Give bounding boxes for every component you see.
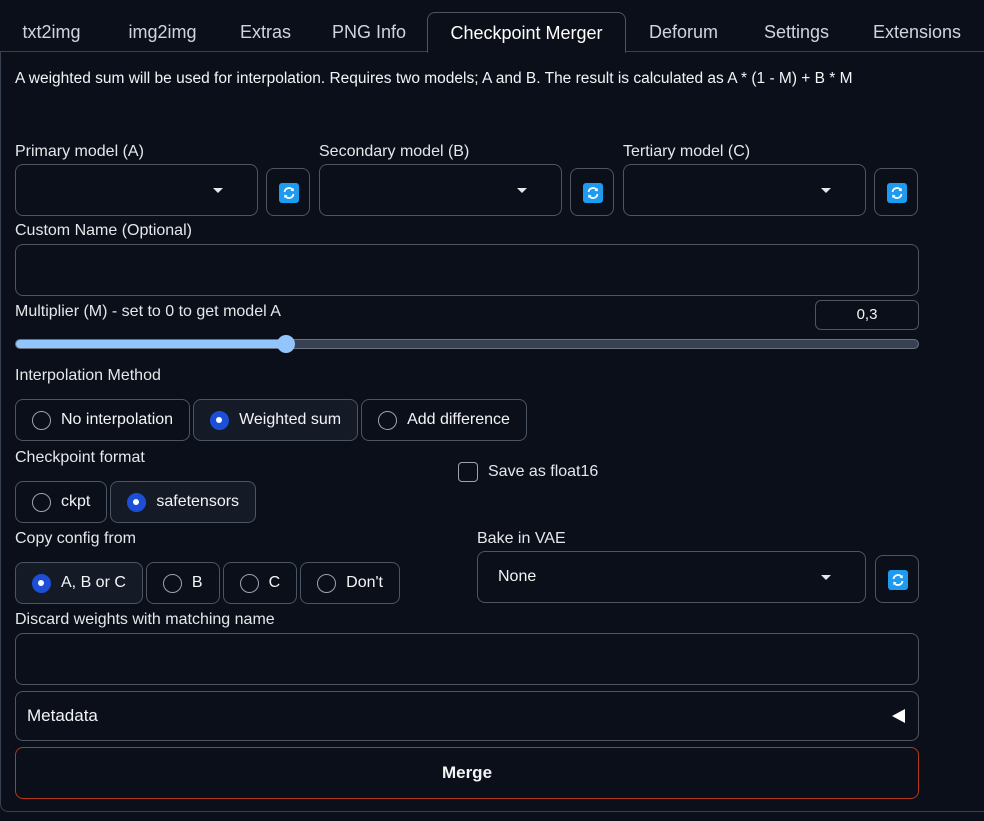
chevron-down-icon: [821, 575, 831, 580]
tertiary-model-refresh-button[interactable]: [874, 168, 918, 216]
radio-no-interpolation[interactable]: No interpolation: [15, 399, 191, 441]
primary-model-refresh-button[interactable]: [266, 168, 310, 216]
radio-circle: [210, 410, 230, 430]
tab-deforum[interactable]: Deforum: [628, 12, 739, 52]
radio-label: C: [268, 574, 281, 591]
bake-vae-value: None: [498, 568, 537, 585]
radio-label: A, B or C: [61, 574, 126, 591]
tab-checkpoint-merger[interactable]: Checkpoint Merger: [427, 12, 626, 53]
copy-config-radio-group: A, B or C B C Don't: [15, 562, 400, 604]
radio-circle: [32, 492, 51, 512]
radio-weighted-sum[interactable]: Weighted sum: [193, 399, 359, 441]
multiplier-slider-fill: [16, 340, 288, 348]
interpolation-radio-group: No interpolation Weighted sum Add differ…: [15, 399, 527, 441]
tab-img2img[interactable]: img2img: [104, 12, 221, 52]
save-float16-checkbox[interactable]: [458, 462, 478, 482]
radio-label: Don't: [346, 574, 383, 591]
radio-circle: [32, 573, 51, 593]
radio-circle: [317, 573, 337, 593]
radio-add-difference[interactable]: Add difference: [361, 399, 527, 441]
bake-vae-label: Bake in VAE: [477, 530, 566, 547]
discard-weights-label: Discard weights with matching name: [15, 611, 275, 628]
tab-extensions[interactable]: Extensions: [853, 12, 981, 52]
radio-dont[interactable]: Don't: [300, 562, 400, 604]
refresh-icon: [583, 183, 603, 203]
radio-a-b-or-c[interactable]: A, B or C: [15, 562, 143, 604]
multiplier-number-input[interactable]: 0,3: [815, 300, 919, 330]
multiplier-label: Multiplier (M) - set to 0 to get model A: [15, 303, 281, 320]
tertiary-model-label: Tertiary model (C): [623, 143, 751, 160]
radio-safetensors[interactable]: safetensors: [110, 481, 257, 523]
discard-weights-input[interactable]: [15, 633, 919, 685]
tertiary-model-dropdown[interactable]: [623, 164, 866, 216]
radio-circle: [162, 573, 182, 593]
chevron-down-icon: [213, 188, 223, 193]
refresh-icon: [887, 183, 907, 203]
radio-c[interactable]: C: [222, 562, 298, 604]
radio-circle: [32, 410, 51, 430]
triangle-left-icon: [892, 709, 905, 723]
interpolation-label: Interpolation Method: [15, 367, 161, 384]
refresh-icon: [279, 183, 299, 203]
tab-extras[interactable]: Extras: [222, 12, 309, 52]
radio-label: Add difference: [407, 411, 510, 428]
checkpoint-format-label: Checkpoint format: [15, 449, 145, 466]
radio-circle: [239, 573, 259, 593]
radio-label: safetensors: [156, 493, 240, 510]
tab-settings[interactable]: Settings: [741, 12, 852, 52]
custom-name-label: Custom Name (Optional): [15, 222, 192, 239]
tab-bar: txt2img img2img Extras PNG Info Checkpoi…: [0, 0, 984, 53]
radio-circle: [127, 492, 147, 512]
bake-vae-dropdown[interactable]: None: [477, 551, 866, 603]
secondary-model-label: Secondary model (B): [319, 143, 470, 160]
primary-model-label: Primary model (A): [15, 143, 144, 160]
tab-txt2img[interactable]: txt2img: [0, 12, 103, 52]
description-text: A weighted sum will be used for interpol…: [15, 70, 853, 87]
chevron-down-icon: [821, 188, 831, 193]
custom-name-input[interactable]: [15, 244, 919, 296]
chevron-down-icon: [517, 188, 527, 193]
refresh-icon: [888, 570, 908, 590]
radio-label: B: [191, 574, 203, 591]
radio-b[interactable]: B: [145, 562, 220, 604]
radio-label: No interpolation: [61, 411, 174, 428]
save-float16-label: Save as float16: [488, 463, 599, 480]
metadata-accordion[interactable]: Metadata: [15, 691, 919, 741]
tab-png-info[interactable]: PNG Info: [311, 12, 427, 52]
copy-config-label: Copy config from: [15, 530, 136, 547]
radio-ckpt[interactable]: ckpt: [15, 481, 108, 523]
radio-label: Weighted sum: [239, 411, 342, 428]
metadata-title: Metadata: [27, 706, 98, 725]
multiplier-slider-track[interactable]: [15, 339, 919, 349]
primary-model-dropdown[interactable]: [15, 164, 258, 216]
merge-button[interactable]: Merge: [15, 747, 919, 799]
checkpoint-format-radio-group: ckpt safetensors: [15, 481, 257, 523]
radio-label: ckpt: [61, 493, 91, 510]
radio-circle: [378, 410, 398, 430]
bake-vae-refresh-button[interactable]: [875, 555, 919, 603]
secondary-model-refresh-button[interactable]: [570, 168, 614, 216]
secondary-model-dropdown[interactable]: [319, 164, 562, 216]
